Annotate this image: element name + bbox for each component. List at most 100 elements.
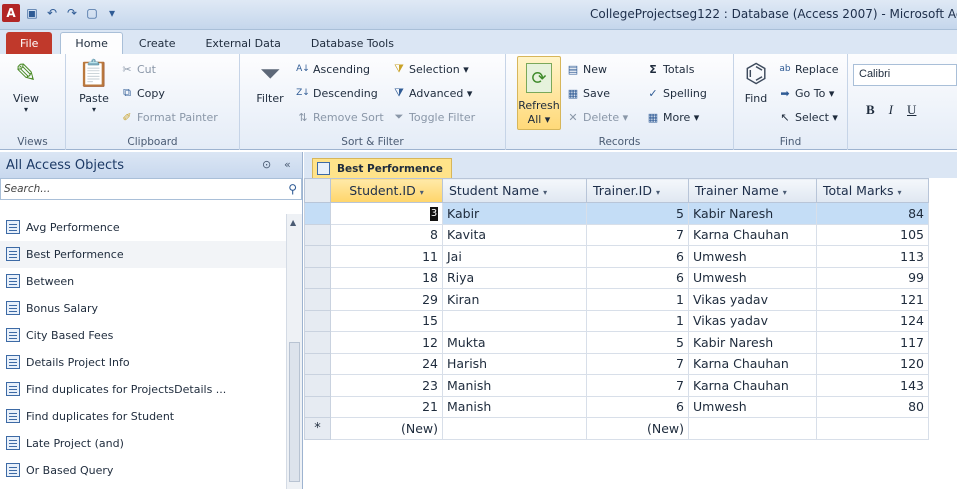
table-row[interactable]: 23 Manish 7 Karna Chauhan 143	[304, 374, 929, 397]
access-app-icon[interactable]: A	[2, 4, 20, 22]
save-record-button[interactable]: ▦ Save	[566, 84, 610, 102]
row-selector[interactable]	[304, 352, 331, 375]
row-selector[interactable]	[304, 245, 331, 268]
nav-pane-header[interactable]: All Access Objects ⊙ «	[0, 152, 302, 178]
trainer-id-cell[interactable]: 7	[586, 352, 689, 375]
total-marks-cell[interactable]: 105	[816, 223, 929, 246]
trainer-name-cell[interactable]: Karna Chauhan	[688, 223, 817, 246]
spelling-button[interactable]: ✓ Spelling	[646, 84, 706, 102]
row-selector[interactable]	[304, 374, 331, 397]
student-id-cell[interactable]: 21	[330, 395, 443, 418]
goto-button[interactable]: ➡ Go To ▾	[778, 84, 834, 102]
nav-search-input[interactable]: Search... ⚲	[0, 178, 302, 200]
nav-item-find-duplicates-projectsdetails[interactable]: Find duplicates for ProjectsDetails ...	[0, 376, 286, 403]
total-marks-cell[interactable]: 117	[816, 331, 929, 354]
save-icon[interactable]: ▣	[24, 5, 40, 21]
trainer-name-cell[interactable]: Umwesh	[688, 266, 817, 289]
total-marks-cell[interactable]: 120	[816, 352, 929, 375]
student-id-cell[interactable]: 3	[330, 202, 443, 225]
ascending-button[interactable]: A↓ Ascending	[296, 60, 370, 78]
nav-item-or-based-query[interactable]: Or Based Query	[0, 457, 286, 484]
column-header-trainer-id[interactable]: Trainer.ID ▾	[586, 178, 689, 203]
tab-database-tools[interactable]: Database Tools	[297, 32, 408, 54]
row-selector[interactable]	[304, 331, 331, 354]
student-name-cell[interactable]: Kiran	[442, 288, 587, 311]
trainer-name-cell[interactable]: Karna Chauhan	[688, 352, 817, 375]
nav-item-bonus-salary[interactable]: Bonus Salary	[0, 295, 286, 322]
trainer-id-cell[interactable]: 6	[586, 245, 689, 268]
column-header-total-marks[interactable]: Total Marks ▾	[816, 178, 929, 203]
student-id-cell[interactable]: 18	[330, 266, 443, 289]
trainer-name-cell[interactable]	[688, 417, 817, 440]
new-record-button[interactable]: ▤ New	[566, 60, 607, 78]
trainer-name-cell[interactable]: Vikas yadav	[688, 309, 817, 332]
column-header-student-id[interactable]: Student.ID ▾	[330, 178, 443, 203]
tab-create[interactable]: Create	[125, 32, 190, 54]
total-marks-cell[interactable]: 124	[816, 309, 929, 332]
row-selector[interactable]	[304, 266, 331, 289]
student-id-cell[interactable]: 24	[330, 352, 443, 375]
table-row[interactable]: 21 Manish 6 Umwesh 80	[304, 395, 929, 418]
chevron-down-icon[interactable]: ▾	[543, 188, 547, 197]
trainer-id-cell[interactable]: 7	[586, 374, 689, 397]
student-id-cell[interactable]: 12	[330, 331, 443, 354]
table-row[interactable]: 29 Kiran 1 Vikas yadav 121	[304, 288, 929, 311]
nav-menu-icon[interactable]: ⊙	[262, 158, 271, 171]
find-button[interactable]: ⌬ Find	[740, 58, 772, 105]
student-name-cell[interactable]: Jai	[442, 245, 587, 268]
tab-home[interactable]: Home	[60, 32, 123, 54]
student-name-cell[interactable]: Riya	[442, 266, 587, 289]
new-student-id-cell[interactable]: (New)	[330, 417, 443, 440]
nav-item-details-project-info[interactable]: Details Project Info	[0, 349, 286, 376]
tab-external-data[interactable]: External Data	[191, 32, 294, 54]
italic-button[interactable]: I	[889, 102, 893, 118]
copy-button[interactable]: ⧉ Copy	[120, 84, 165, 102]
trainer-name-cell[interactable]: Karna Chauhan	[688, 374, 817, 397]
trainer-id-cell[interactable]: 6	[586, 395, 689, 418]
delete-record-button[interactable]: ✕ Delete ▾	[566, 108, 628, 126]
new-record-row[interactable]: * (New) (New)	[304, 417, 929, 440]
student-id-cell[interactable]: 15	[330, 309, 443, 332]
student-name-cell[interactable]: Manish	[442, 374, 587, 397]
total-marks-cell[interactable]: 84	[816, 202, 929, 225]
total-marks-cell[interactable]	[816, 417, 929, 440]
undo-icon[interactable]: ↶	[44, 5, 60, 21]
trainer-name-cell[interactable]: Kabir Naresh	[688, 331, 817, 354]
remove-sort-button[interactable]: ⇅ Remove Sort	[296, 108, 383, 126]
trainer-name-cell[interactable]: Umwesh	[688, 395, 817, 418]
student-id-cell[interactable]: 8	[330, 223, 443, 246]
chevron-down-icon[interactable]: ▾	[420, 188, 424, 197]
customize-toolbar-icon[interactable]: ▾	[104, 5, 120, 21]
scrollbar-thumb[interactable]	[289, 342, 300, 482]
trainer-name-cell[interactable]: Vikas yadav	[688, 288, 817, 311]
toggle-filter-button[interactable]: ⏷ Toggle Filter	[392, 108, 476, 126]
search-icon[interactable]: ⚲	[288, 182, 297, 196]
total-marks-cell[interactable]: 113	[816, 245, 929, 268]
trainer-id-cell[interactable]: 6	[586, 266, 689, 289]
column-header-trainer-name[interactable]: Trainer Name ▾	[688, 178, 817, 203]
student-name-cell[interactable]: Harish	[442, 352, 587, 375]
column-header-student-name[interactable]: Student Name ▾	[442, 178, 587, 203]
table-row[interactable]: 12 Mukta 5 Kabir Naresh 117	[304, 331, 929, 354]
chevron-down-icon[interactable]: ▾	[656, 188, 660, 197]
trainer-id-cell[interactable]: 7	[586, 223, 689, 246]
scroll-up-icon[interactable]: ▲	[290, 218, 296, 227]
row-selector[interactable]	[304, 288, 331, 311]
total-marks-cell[interactable]: 80	[816, 395, 929, 418]
format-painter-button[interactable]: ✐ Format Painter	[120, 108, 217, 126]
student-name-cell[interactable]: Mukta	[442, 331, 587, 354]
table-row[interactable]: 24 Harish 7 Karna Chauhan 120	[304, 352, 929, 375]
bold-button[interactable]: B	[866, 102, 875, 118]
row-selector[interactable]	[304, 202, 331, 225]
student-name-cell[interactable]: Kavita	[442, 223, 587, 246]
underline-button[interactable]: U	[907, 102, 916, 118]
totals-button[interactable]: Σ Totals	[646, 60, 694, 78]
refresh-all-button[interactable]: ⟳ Refresh All ▾	[517, 56, 561, 130]
nav-item-between[interactable]: Between	[0, 268, 286, 295]
total-marks-cell[interactable]: 121	[816, 288, 929, 311]
filter-button[interactable]: ⏷ Filter	[254, 58, 286, 106]
document-tab-best-performence[interactable]: Best Performence	[312, 158, 452, 178]
table-row[interactable]: 15 1 Vikas yadav 124	[304, 309, 929, 332]
chevron-down-icon[interactable]: ▾	[898, 188, 902, 197]
student-name-cell[interactable]: Kabir	[442, 202, 587, 225]
